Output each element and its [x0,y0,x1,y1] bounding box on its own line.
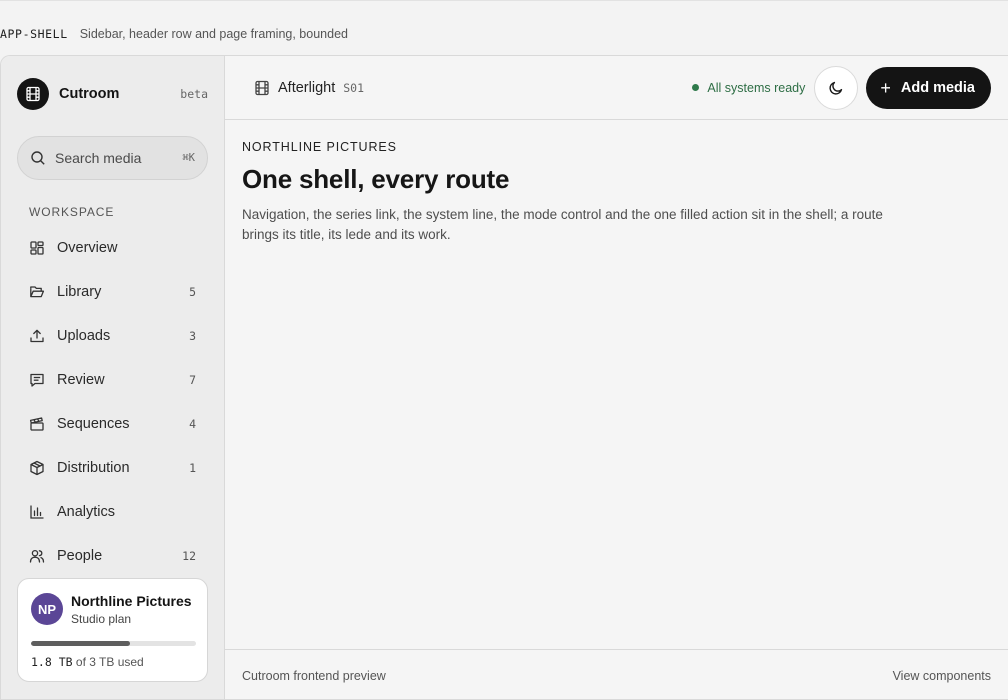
package-icon [29,460,45,476]
sidebar-item-label: People [57,548,103,564]
search-shortcut: ⌘K [182,152,195,164]
app-shell: Cutroom beta ⌘K WORKSPACE Over [0,55,1008,700]
header: Afterlight S01 All systems ready + Add m… [225,56,1008,120]
brand-name: Cutroom [59,86,120,102]
page-title: One shell, every route [242,164,510,194]
org-name: Northline Pictures [71,593,192,609]
series-title: Afterlight [278,79,336,96]
sidebar-item-analytics[interactable]: Analytics [17,490,208,534]
section-label-workspace: WORKSPACE [29,205,115,219]
top-rule [0,0,1008,1]
page-content: NORTHLINE PICTURES One shell, every rout… [242,140,922,245]
footer-text: Cutroom frontend preview [242,668,386,683]
search-input[interactable] [55,150,175,166]
film-icon [254,80,270,96]
status-text: All systems ready [707,80,806,95]
org-plan: Studio plan [71,612,132,626]
sidebar-item-label: Overview [57,240,118,256]
beta-badge: beta [180,87,208,101]
sidebar-item-library[interactable]: Library 5 [17,270,208,314]
status-dot [692,84,700,91]
film-icon [17,78,49,110]
spec-description: Sidebar, header row and page framing, bo… [79,27,348,41]
system-status: All systems ready [692,81,805,95]
sidebar-item-label: Distribution [57,460,130,476]
org-card[interactable]: NP Northline Pictures Studio plan 1.8 TB… [17,578,208,682]
sidebar-item-label: Uploads [57,328,111,344]
sidebar-item-overview[interactable]: Overview [17,226,208,270]
search-icon [30,150,46,166]
sidebar-item-count: 7 [189,373,196,387]
storage-usage-value: 1.8 TB [31,655,73,669]
sidebar-item-label: Library [57,284,102,300]
dashboard-icon [29,240,45,256]
sidebar-item-sequences[interactable]: Sequences 4 [17,402,208,446]
sidebar-item-count: 5 [189,285,196,299]
search-box[interactable]: ⌘K [17,136,208,180]
sidebar-item-count: 12 [182,549,196,563]
page-lede: Navigation, the series link, the system … [242,207,883,242]
clapperboard-icon [29,416,45,432]
add-media-label: Add media [900,79,975,96]
brand[interactable]: Cutroom beta [17,78,208,110]
sidebar-item-label: Sequences [57,416,130,432]
sidebar-item-review[interactable]: Review 7 [17,358,208,402]
theme-toggle-button[interactable] [814,65,859,110]
footer: Cutroom frontend preview View components [225,649,1008,699]
sidebar-item-count: 3 [189,329,196,343]
folder-icon [29,284,45,300]
storage-usage-text: 1.8 TB of 3 TB used [31,655,144,669]
sidebar-item-count: 4 [189,417,196,431]
storage-usage-suffix: of 3 TB used [75,655,144,669]
page-eyebrow: NORTHLINE PICTURES [242,140,397,154]
plus-icon: + [880,77,891,98]
bar-chart-icon [29,504,45,520]
sidebar-item-people[interactable]: People 12 [17,534,208,578]
sidebar-item-uploads[interactable]: Uploads 3 [17,314,208,358]
moon-icon [828,80,844,96]
series-code: S01 [343,80,365,95]
sidebar-nav: Overview Library 5 Uploads 3 Review 7 Se… [17,226,208,578]
users-icon [29,548,45,564]
storage-usage-fill [31,641,130,646]
sidebar-item-label: Analytics [57,504,116,520]
series-link[interactable]: Afterlight S01 [254,76,364,100]
avatar: NP [31,593,63,625]
spec-name: APP-SHELL [0,27,68,41]
sidebar-item-count: 1 [189,461,196,475]
storage-usage-bar [31,641,196,646]
upload-icon [29,328,45,344]
message-icon [29,372,45,388]
add-media-button[interactable]: + Add media [866,66,991,109]
spec-label: APP-SHELL Sidebar, header row and page f… [0,26,348,42]
view-components-link[interactable]: View components [893,669,991,683]
sidebar-item-distribution[interactable]: Distribution 1 [17,446,208,490]
sidebar: Cutroom beta ⌘K WORKSPACE Over [1,56,225,699]
sidebar-item-label: Review [57,372,105,388]
